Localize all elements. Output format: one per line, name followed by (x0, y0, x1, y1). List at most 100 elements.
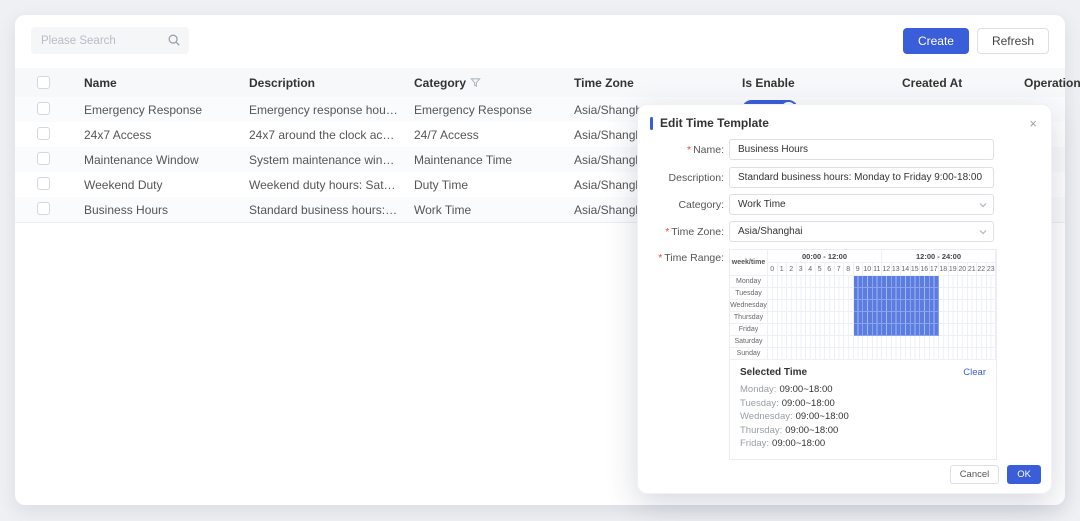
grid-time-slot[interactable] (797, 288, 807, 300)
grid-time-slot[interactable] (977, 336, 987, 348)
grid-time-slot[interactable] (958, 276, 968, 288)
grid-time-slot[interactable] (854, 324, 864, 336)
grid-time-slot[interactable] (844, 288, 854, 300)
grid-time-slot[interactable] (977, 288, 987, 300)
grid-time-slot[interactable] (968, 300, 978, 312)
grid-time-slot[interactable] (806, 276, 816, 288)
close-icon[interactable]: × (1027, 117, 1039, 130)
grid-time-slot[interactable] (778, 348, 788, 360)
grid-time-slot[interactable] (873, 312, 883, 324)
grid-time-slot[interactable] (911, 312, 921, 324)
grid-time-slot[interactable] (949, 336, 959, 348)
grid-time-slot[interactable] (949, 312, 959, 324)
grid-time-slot[interactable] (892, 324, 902, 336)
grid-time-slot[interactable] (863, 312, 873, 324)
grid-time-slot[interactable] (854, 336, 864, 348)
grid-time-slot[interactable] (844, 300, 854, 312)
grid-time-slot[interactable] (901, 348, 911, 360)
grid-time-slot[interactable] (806, 300, 816, 312)
grid-time-slot[interactable] (892, 288, 902, 300)
timezone-select[interactable] (729, 221, 994, 242)
grid-time-slot[interactable] (949, 276, 959, 288)
grid-time-slot[interactable] (873, 324, 883, 336)
grid-time-slot[interactable] (987, 324, 997, 336)
grid-time-slot[interactable] (816, 336, 826, 348)
grid-time-slot[interactable] (873, 336, 883, 348)
grid-time-slot[interactable] (930, 288, 940, 300)
grid-time-slot[interactable] (854, 300, 864, 312)
grid-time-slot[interactable] (835, 348, 845, 360)
grid-time-slot[interactable] (920, 348, 930, 360)
grid-time-slot[interactable] (825, 288, 835, 300)
grid-time-slot[interactable] (920, 324, 930, 336)
grid-time-slot[interactable] (939, 276, 949, 288)
grid-time-slot[interactable] (949, 324, 959, 336)
row-checkbox[interactable] (37, 202, 50, 215)
grid-time-slot[interactable] (825, 276, 835, 288)
grid-time-slot[interactable] (901, 288, 911, 300)
grid-time-slot[interactable] (787, 312, 797, 324)
grid-time-slot[interactable] (854, 312, 864, 324)
grid-time-slot[interactable] (797, 336, 807, 348)
grid-time-slot[interactable] (844, 312, 854, 324)
grid-time-slot[interactable] (768, 276, 778, 288)
grid-time-slot[interactable] (778, 276, 788, 288)
grid-time-slot[interactable] (816, 276, 826, 288)
grid-time-slot[interactable] (920, 300, 930, 312)
grid-time-slot[interactable] (873, 300, 883, 312)
grid-time-slot[interactable] (977, 276, 987, 288)
ok-button[interactable]: OK (1007, 465, 1041, 484)
grid-time-slot[interactable] (768, 324, 778, 336)
row-checkbox[interactable] (37, 102, 50, 115)
grid-time-slot[interactable] (863, 288, 873, 300)
grid-time-slot[interactable] (911, 336, 921, 348)
grid-time-slot[interactable] (987, 312, 997, 324)
grid-time-slot[interactable] (930, 276, 940, 288)
grid-time-slot[interactable] (825, 312, 835, 324)
grid-time-slot[interactable] (806, 288, 816, 300)
grid-time-slot[interactable] (911, 324, 921, 336)
grid-time-slot[interactable] (844, 324, 854, 336)
row-checkbox[interactable] (37, 177, 50, 190)
grid-time-slot[interactable] (987, 336, 997, 348)
grid-time-slot[interactable] (844, 336, 854, 348)
grid-time-slot[interactable] (825, 300, 835, 312)
grid-time-slot[interactable] (787, 324, 797, 336)
grid-time-slot[interactable] (797, 348, 807, 360)
grid-time-slot[interactable] (987, 288, 997, 300)
grid-time-slot[interactable] (939, 336, 949, 348)
grid-time-slot[interactable] (816, 348, 826, 360)
grid-time-slot[interactable] (797, 312, 807, 324)
grid-time-slot[interactable] (920, 276, 930, 288)
grid-time-slot[interactable] (816, 312, 826, 324)
grid-time-slot[interactable] (987, 276, 997, 288)
grid-time-slot[interactable] (778, 300, 788, 312)
grid-time-slot[interactable] (787, 276, 797, 288)
grid-time-slot[interactable] (873, 348, 883, 360)
grid-time-slot[interactable] (987, 348, 997, 360)
grid-time-slot[interactable] (768, 312, 778, 324)
grid-time-slot[interactable] (778, 288, 788, 300)
grid-time-slot[interactable] (977, 312, 987, 324)
grid-time-slot[interactable] (787, 288, 797, 300)
grid-time-slot[interactable] (958, 300, 968, 312)
grid-time-slot[interactable] (892, 336, 902, 348)
grid-time-slot[interactable] (806, 312, 816, 324)
grid-time-slot[interactable] (768, 348, 778, 360)
grid-time-slot[interactable] (806, 324, 816, 336)
grid-time-slot[interactable] (882, 312, 892, 324)
grid-time-slot[interactable] (854, 276, 864, 288)
grid-time-slot[interactable] (806, 336, 816, 348)
grid-time-slot[interactable] (958, 348, 968, 360)
grid-time-slot[interactable] (939, 324, 949, 336)
grid-time-slot[interactable] (797, 276, 807, 288)
grid-time-slot[interactable] (835, 276, 845, 288)
grid-time-slot[interactable] (863, 324, 873, 336)
grid-time-slot[interactable] (863, 300, 873, 312)
grid-time-slot[interactable] (901, 276, 911, 288)
grid-time-slot[interactable] (863, 336, 873, 348)
grid-time-slot[interactable] (939, 312, 949, 324)
grid-time-slot[interactable] (873, 288, 883, 300)
grid-time-slot[interactable] (835, 288, 845, 300)
grid-time-slot[interactable] (987, 300, 997, 312)
